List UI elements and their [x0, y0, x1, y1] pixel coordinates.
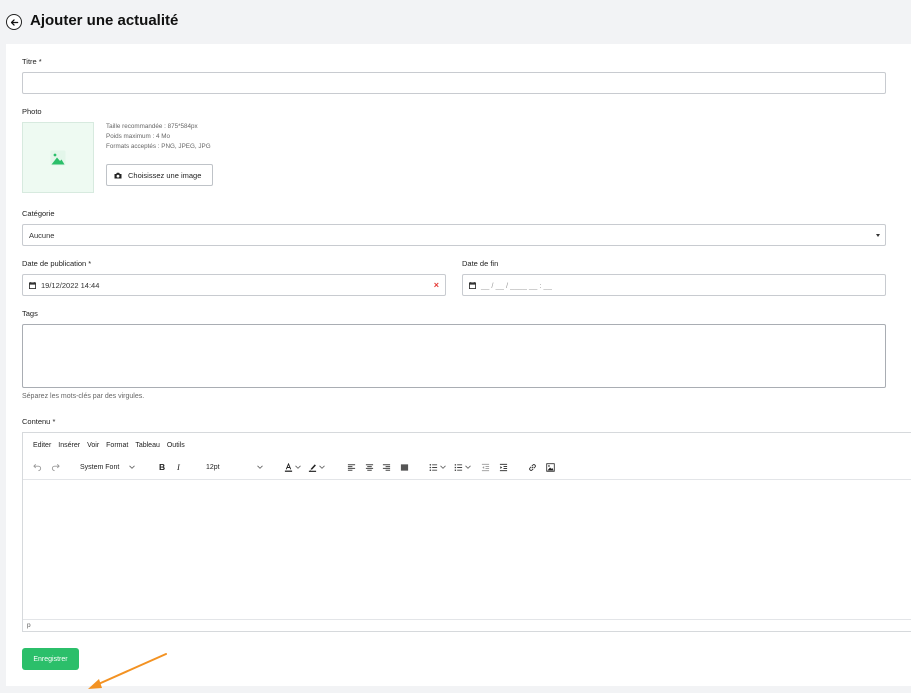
outdent-button[interactable]: [481, 460, 490, 474]
calendar-icon: [29, 281, 36, 289]
italic-button[interactable]: I: [177, 460, 180, 474]
align-left-icon: [347, 463, 356, 471]
pub-date-input[interactable]: 19/12/2022 14:44 ×: [22, 274, 446, 296]
photo-requirements: Taille recommandée : 875*584px Poids max…: [106, 122, 211, 152]
numbered-list-button[interactable]: [454, 460, 471, 474]
chevron-down-icon: [256, 465, 263, 469]
arrow-left-icon: [10, 18, 18, 26]
numbered-list-icon: [454, 463, 463, 471]
category-select[interactable]: Aucune: [22, 224, 886, 246]
font-family-select[interactable]: System Font: [80, 460, 136, 474]
end-date-placeholder: __ / __ / ____ __ : __: [481, 280, 552, 290]
indent-button[interactable]: [499, 460, 508, 474]
editor-statusbar: p: [23, 619, 911, 631]
element-path[interactable]: p: [27, 622, 31, 629]
choose-image-label: Choisissez une image: [128, 170, 202, 180]
title-label: Titre *: [22, 57, 42, 66]
tags-hint: Séparez les mots-clés par des virgules.: [22, 393, 145, 400]
bullet-list-icon: [429, 463, 438, 471]
category-value: Aucune: [29, 230, 55, 240]
orange-annotation-arrow-icon: [88, 653, 167, 689]
bold-button[interactable]: B: [159, 460, 165, 474]
insert-image-button[interactable]: [546, 460, 555, 474]
italic-icon: I: [177, 462, 180, 472]
undo-button[interactable]: [33, 460, 42, 474]
pub-date-value: 19/12/2022 14:44: [41, 280, 100, 290]
chevron-down-icon: [295, 465, 301, 469]
menu-tools[interactable]: Outils: [167, 442, 185, 449]
tags-label: Tags: [22, 309, 38, 318]
photo-preview[interactable]: [22, 122, 94, 193]
text-color-icon: [284, 462, 293, 472]
editor-toolbar: System Font B I 12pt: [23, 457, 911, 477]
font-size-select[interactable]: 12pt: [206, 460, 263, 474]
menu-table[interactable]: Tableau: [135, 442, 160, 449]
back-button[interactable]: [6, 14, 22, 30]
menu-insert[interactable]: Insérer: [58, 442, 80, 449]
chevron-down-icon: [465, 465, 471, 469]
indent-icon: [499, 463, 508, 471]
page-header: Ajouter une actualité: [0, 0, 911, 44]
font-size-value: 12pt: [206, 463, 220, 471]
chevron-down-icon: [440, 465, 446, 469]
title-input[interactable]: [22, 72, 886, 94]
caret-down-icon: [876, 234, 880, 237]
link-icon: [529, 463, 536, 471]
image-placeholder-icon: [50, 150, 66, 165]
editor-content-area[interactable]: [23, 479, 911, 619]
text-color-button[interactable]: [284, 460, 301, 474]
pub-date-label: Date de publication *: [22, 259, 92, 268]
photo-weight-info: Poids maximum : 4 Mo: [106, 133, 171, 140]
choose-image-button[interactable]: Choisissez une image: [106, 164, 213, 186]
content-label: Contenu *: [22, 417, 56, 426]
align-right-button[interactable]: [382, 460, 391, 474]
rich-text-editor: Editer Insérer Voir Format Tableau Outil…: [22, 432, 911, 632]
align-left-button[interactable]: [347, 460, 356, 474]
save-button[interactable]: Enregistrer: [22, 648, 79, 670]
highlight-color-button[interactable]: [308, 460, 325, 474]
camera-icon: [114, 172, 122, 178]
redo-icon: [51, 463, 60, 471]
outdent-icon: [481, 463, 490, 471]
chevron-down-icon: [129, 465, 136, 469]
align-justify-icon: [400, 463, 409, 471]
highlighter-icon: [308, 463, 317, 472]
category-label: Catégorie: [22, 209, 55, 218]
bold-icon: B: [159, 462, 166, 472]
tags-textarea[interactable]: [22, 324, 886, 388]
align-right-icon: [382, 463, 391, 471]
end-date-label: Date de fin: [462, 259, 499, 268]
font-family-value: System Font: [80, 463, 120, 471]
photo-size-info: Taille recommandée : 875*584px: [106, 123, 198, 130]
editor-menubar: Editer Insérer Voir Format Tableau Outil…: [23, 433, 911, 457]
photo-formats-info: Formats acceptés : PNG, JPEG, JPG: [106, 143, 211, 150]
form-card: Titre * Photo Taille recommandée : 875*5…: [6, 44, 911, 689]
align-center-button[interactable]: [365, 460, 374, 474]
bullet-list-button[interactable]: [429, 460, 446, 474]
undo-icon: [33, 463, 42, 471]
menu-edit[interactable]: Editer: [33, 442, 51, 449]
insert-link-button[interactable]: [528, 460, 537, 474]
align-center-icon: [365, 463, 374, 471]
image-icon: [546, 462, 555, 472]
menu-format[interactable]: Format: [106, 442, 128, 449]
align-justify-button[interactable]: [400, 460, 409, 474]
calendar-icon: [469, 281, 476, 289]
chevron-down-icon: [319, 465, 325, 469]
redo-button[interactable]: [51, 460, 60, 474]
clear-date-icon[interactable]: ×: [434, 280, 439, 290]
menu-view[interactable]: Voir: [87, 442, 99, 449]
page-title: Ajouter une actualité: [30, 12, 179, 29]
photo-label: Photo: [22, 107, 42, 116]
end-date-input[interactable]: __ / __ / ____ __ : __: [462, 274, 886, 296]
